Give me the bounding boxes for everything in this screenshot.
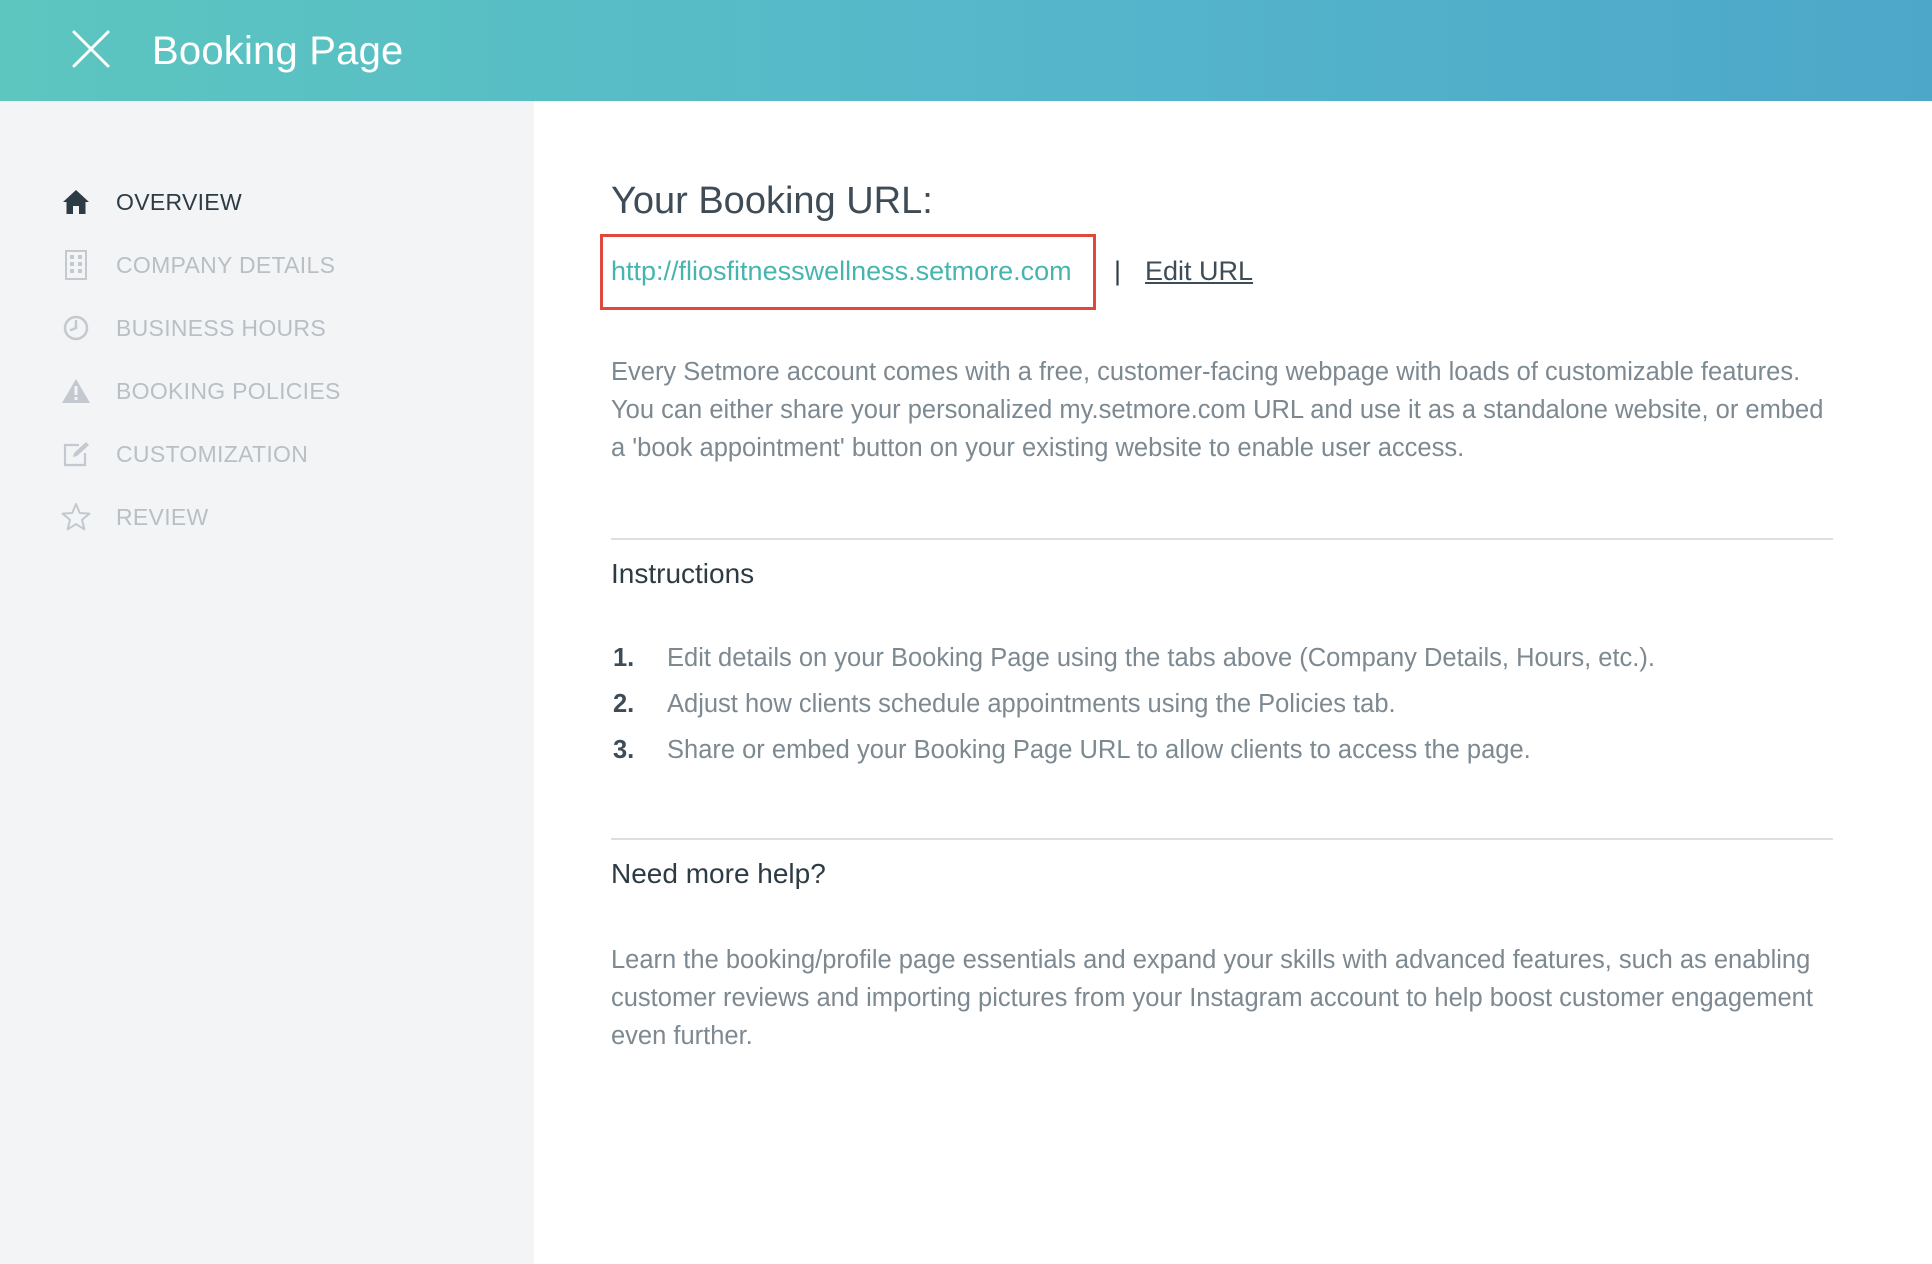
step-number: 3. [613, 735, 635, 764]
sidebar-item-review[interactable]: REVIEW [60, 497, 209, 537]
instructions-list: 1. Edit details on your Booking Page usi… [611, 635, 1841, 773]
sidebar-item-booking-policies[interactable]: BOOKING POLICIES [60, 371, 341, 411]
sidebar-item-label: OVERVIEW [116, 188, 242, 215]
booking-url-link[interactable]: http://fliosfitnesswellness.setmore.com [611, 256, 1072, 287]
list-item: 2. Adjust how clients schedule appointme… [611, 681, 1841, 727]
sidebar-item-customization[interactable]: CUSTOMIZATION [60, 434, 308, 474]
edit-icon [60, 438, 92, 470]
help-paragraph: Learn the booking/profile page essential… [611, 946, 1813, 1050]
instructions-title: Instructions [611, 558, 755, 589]
step-number: 1. [613, 643, 635, 672]
step-text: Share or embed your Booking Page URL to … [667, 735, 1531, 764]
close-icon [72, 30, 110, 68]
top-header: Booking Page [0, 0, 1932, 101]
step-text: Edit details on your Booking Page using … [667, 643, 1655, 672]
url-separator: | [1114, 256, 1122, 286]
divider [611, 838, 1833, 840]
page-title: Booking Page [152, 29, 404, 73]
booking-url-heading: Your Booking URL: [611, 180, 933, 222]
sidebar-item-business-hours[interactable]: BUSINESS HOURS [60, 308, 326, 348]
main-content: Your Booking URL: http://fliosfitnesswel… [534, 101, 1932, 1264]
sidebar-item-label: BUSINESS HOURS [116, 314, 326, 341]
sidebar: OVERVIEW COMPANY DETAILS BUSINESS HOURS [0, 101, 534, 1264]
close-button[interactable] [68, 26, 114, 72]
step-number: 2. [613, 689, 635, 718]
divider [611, 538, 1833, 540]
warning-icon [60, 375, 92, 407]
sidebar-item-label: COMPANY DETAILS [116, 251, 336, 278]
sidebar-item-label: REVIEW [116, 503, 209, 530]
star-icon [60, 501, 92, 533]
sidebar-item-label: BOOKING POLICIES [116, 377, 341, 404]
help-title: Need more help? [611, 858, 826, 889]
sidebar-item-company-details[interactable]: COMPANY DETAILS [60, 245, 335, 285]
sidebar-item-overview[interactable]: OVERVIEW [60, 182, 242, 222]
list-item: 3. Share or embed your Booking Page URL … [611, 727, 1841, 773]
edit-url-link[interactable]: Edit URL [1145, 256, 1253, 287]
step-text: Adjust how clients schedule appointments… [667, 689, 1396, 718]
clock-icon [60, 312, 92, 344]
home-icon [60, 186, 92, 218]
list-item: 1. Edit details on your Booking Page usi… [611, 635, 1841, 681]
sidebar-item-label: CUSTOMIZATION [116, 440, 309, 467]
building-icon [60, 249, 92, 281]
intro-paragraph: Every Setmore account comes with a free,… [611, 358, 1824, 462]
